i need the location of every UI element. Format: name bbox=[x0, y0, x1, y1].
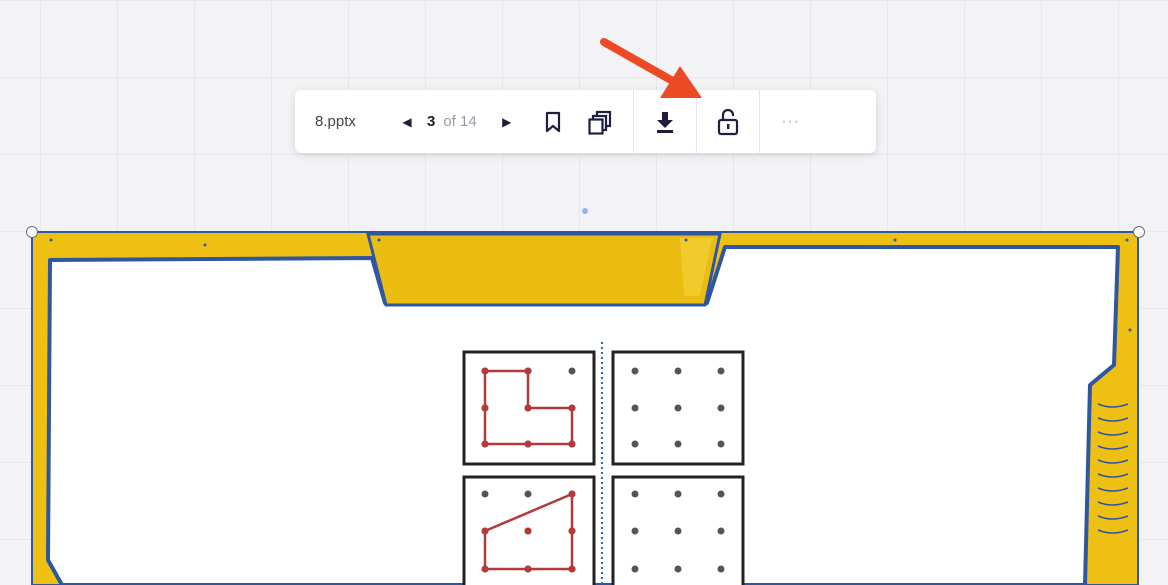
page-navigator: ◀ 3 of 14 ▶ bbox=[395, 106, 519, 138]
duplicate-pages-button[interactable] bbox=[581, 102, 621, 142]
document-toolbar: 8.pptx ◀ 3 of 14 ▶ ··· bbox=[295, 90, 876, 153]
caret-right-icon: ▶ bbox=[502, 114, 512, 129]
bookmark-icon bbox=[545, 111, 560, 132]
slide-canvas[interactable] bbox=[0, 0, 1168, 585]
bookmark-button[interactable] bbox=[533, 102, 573, 142]
copy-pages-icon bbox=[588, 110, 611, 135]
geoboard-bottom-left bbox=[462, 475, 596, 585]
resize-handle-top-left[interactable] bbox=[26, 226, 38, 238]
download-icon bbox=[656, 111, 673, 133]
previous-page-button[interactable]: ◀ bbox=[395, 106, 419, 138]
more-icon: ··· bbox=[781, 112, 801, 130]
file-name: 8.pptx bbox=[315, 113, 356, 130]
geoboard-top-left bbox=[462, 350, 596, 466]
resize-handle-top-right[interactable] bbox=[1133, 226, 1145, 238]
annotation-arrow-icon bbox=[600, 38, 702, 98]
next-page-button[interactable]: ▶ bbox=[495, 106, 519, 138]
geoboard-bottom-right bbox=[611, 475, 745, 585]
caret-left-icon: ◀ bbox=[402, 114, 412, 129]
slide-top-tab bbox=[366, 232, 722, 307]
more-options-button[interactable]: ··· bbox=[760, 90, 822, 153]
rotate-handle[interactable] bbox=[582, 208, 588, 214]
current-page-number[interactable]: 3 bbox=[427, 113, 435, 130]
total-pages-label: of 14 bbox=[443, 113, 477, 130]
unlock-icon bbox=[717, 108, 738, 135]
geoboard-top-right bbox=[611, 350, 745, 466]
